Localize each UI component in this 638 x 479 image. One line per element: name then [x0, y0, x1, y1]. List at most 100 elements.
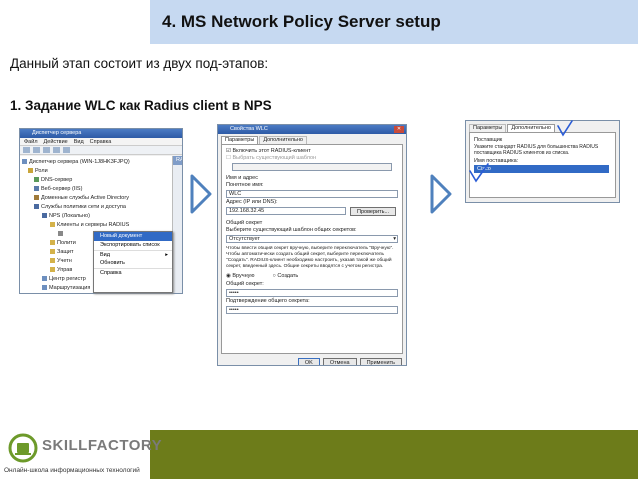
- tab-advanced[interactable]: Дополнительно: [507, 124, 555, 132]
- wlc-dialog-title: Свойства WLC: [230, 126, 268, 132]
- context-refresh[interactable]: Обновить: [94, 259, 172, 268]
- tree-item-ad[interactable]: Доменные службы Active Directory: [22, 194, 170, 203]
- menu-file[interactable]: Файл: [24, 138, 38, 145]
- step-heading: 1. Задание WLC как Radius client в NPS: [10, 98, 272, 113]
- close-icon[interactable]: ✕: [394, 126, 404, 133]
- template-label: Выберите существующий шаблон общих секре…: [226, 227, 357, 233]
- vendor-name-label: Имя поставщика:: [474, 158, 519, 164]
- secret-mode-radios: ◉ Вручную ○ Создать: [226, 273, 398, 279]
- shared-secret-group-label: Общий секрет: [226, 220, 263, 226]
- logo-wordmark: SKILLFACTORY: [42, 437, 163, 454]
- vendor-group-label: Поставщик: [474, 137, 503, 143]
- iis-icon: [34, 186, 39, 192]
- footer-bar: [150, 430, 638, 479]
- context-menu: Новый документ Экспортировать список Вид…: [93, 231, 173, 293]
- advanced-tab-body: Поставщик Укажите стандарт RADIUS для бо…: [469, 132, 616, 198]
- confirm-secret-input[interactable]: •••••: [226, 306, 398, 314]
- confirm-secret-label: Подтверждение общего секрета:: [226, 298, 310, 304]
- dialog-buttons: OK Отмена Применить: [218, 354, 406, 365]
- address-row: 192.168.32.45 Проверить...: [226, 206, 398, 216]
- context-help[interactable]: Справка: [94, 268, 172, 277]
- secret-label: Общий секрет:: [226, 281, 264, 287]
- server-manager-toolbar: [20, 146, 182, 155]
- menu-view[interactable]: Вид: [74, 138, 84, 145]
- back-icon[interactable]: [23, 147, 30, 153]
- checkmark-icon: [469, 163, 489, 183]
- tree-item-iis[interactable]: Веб-сервер (IIS): [22, 185, 170, 194]
- tab-parameters[interactable]: Параметры: [221, 136, 259, 144]
- advanced-tabs: Параметры Дополнительно: [466, 121, 619, 132]
- manual-radio[interactable]: ◉ Вручную: [226, 273, 255, 279]
- advanced-tab-panel: Параметры Дополнительно Поставщик Укажит…: [465, 120, 620, 203]
- ad-icon: [34, 195, 39, 201]
- wlc-dialog-tabs: Параметры Дополнительно: [218, 134, 406, 144]
- help-icon[interactable]: [63, 147, 70, 153]
- tree-item-dns[interactable]: DNS-сервер: [22, 176, 170, 185]
- refresh-icon[interactable]: [53, 147, 60, 153]
- dns-icon: [34, 177, 39, 183]
- generate-radio[interactable]: ○ Создать: [273, 273, 299, 279]
- tab-advanced[interactable]: Дополнительно: [259, 136, 307, 144]
- enable-client-checkbox[interactable]: ☑ Включить этот RADIUS-клиент: [226, 148, 398, 155]
- context-new-document[interactable]: Новый документ: [94, 232, 172, 241]
- nps-icon: [42, 213, 47, 219]
- chevron-down-icon: ▾: [393, 236, 396, 242]
- forward-icon[interactable]: [33, 147, 40, 153]
- server-icon: [22, 159, 27, 165]
- skillfactory-logo-icon: [8, 433, 38, 463]
- friendly-name-input[interactable]: WLC: [226, 190, 398, 198]
- arrow-right-icon: [190, 174, 212, 214]
- shared-secret-template-select[interactable]: Отсутствует ▾: [226, 235, 398, 243]
- folder-icon: [50, 258, 55, 264]
- address-input[interactable]: 192.168.32.45: [226, 207, 346, 215]
- arrow-right-icon: [430, 174, 452, 214]
- routing-icon: [42, 285, 47, 291]
- folder-icon: [50, 222, 55, 228]
- template-select-disabled: [232, 163, 392, 171]
- submenu-arrow-icon: ▸: [165, 252, 168, 258]
- menu-action[interactable]: Действие: [44, 138, 68, 145]
- tree-item-roles[interactable]: Роли: [22, 167, 170, 176]
- slide-title: 4. MS Network Policy Server setup: [162, 12, 441, 31]
- server-manager-menubar: Файл Действие Вид Справка: [20, 138, 182, 146]
- intro-text: Данный этап состоит из двух под-этапов:: [10, 56, 269, 71]
- tab-parameters[interactable]: Параметры: [469, 124, 507, 132]
- up-icon[interactable]: [43, 147, 50, 153]
- tree-item-nps-services[interactable]: Службы политики сети и доступа: [22, 203, 170, 212]
- verify-button[interactable]: Проверить...: [350, 206, 397, 216]
- tree-item-nps-local[interactable]: NPS (Локально): [22, 212, 170, 221]
- friendly-name-label: Понятное имя:: [226, 182, 264, 188]
- checkmark-icon: [557, 120, 573, 137]
- server-manager-right-pane: RADIU: [172, 156, 182, 293]
- context-export-list[interactable]: Экспортировать список: [94, 241, 172, 250]
- apply-button[interactable]: Применить: [359, 358, 402, 365]
- logo-tagline: Онлайн-школа информационных технологий: [4, 467, 140, 474]
- folder-icon: [50, 267, 55, 273]
- server-manager-title: Диспетчер сервера: [32, 130, 82, 136]
- folder-icon: [50, 240, 55, 246]
- vendor-hint: Укажите стандарт RADIUS для большинства …: [474, 144, 599, 156]
- name-address-group-label: Имя и адрес: [226, 175, 258, 181]
- menu-help[interactable]: Справка: [90, 138, 112, 145]
- context-view[interactable]: Вид ▸: [94, 250, 172, 259]
- shared-secret-input[interactable]: •••••: [226, 289, 398, 297]
- server-manager-titlebar: Диспетчер сервера: [20, 129, 182, 138]
- slide-title-bar: 4. MS Network Policy Server setup: [150, 0, 638, 44]
- shared-secret-hint: Чтобы ввести общий секрет вручную, выбер…: [226, 246, 394, 269]
- roles-icon: [28, 168, 33, 174]
- folder-icon: [50, 249, 55, 255]
- registration-icon: [42, 276, 47, 282]
- radius-client-icon: [58, 231, 63, 237]
- cancel-button[interactable]: Отмена: [322, 358, 357, 365]
- right-pane-header: RADIU: [173, 156, 182, 165]
- wlc-dialog-titlebar: Свойства WLC ✕: [218, 125, 406, 134]
- select-template-checkbox[interactable]: ☐ Выбрать существующий шаблон: [226, 155, 398, 162]
- tree-item-root[interactable]: Диспетчер сервера (WIN-1J8HK3FJPQ): [22, 158, 170, 167]
- ok-button[interactable]: OK: [297, 358, 320, 365]
- vendor-list-item-selected[interactable]: Cisco: [474, 165, 609, 173]
- wlc-dialog-body: ☑ Включить этот RADIUS-клиент ☐ Выбрать …: [221, 144, 403, 354]
- network-policy-icon: [34, 204, 39, 210]
- address-label: Адрес (IP или DNS):: [226, 199, 278, 205]
- tree-item-radius[interactable]: Клиенты и серверы RADIUS: [22, 221, 170, 230]
- wlc-properties-dialog: Свойства WLC ✕ Параметры Дополнительно ☑…: [217, 124, 407, 366]
